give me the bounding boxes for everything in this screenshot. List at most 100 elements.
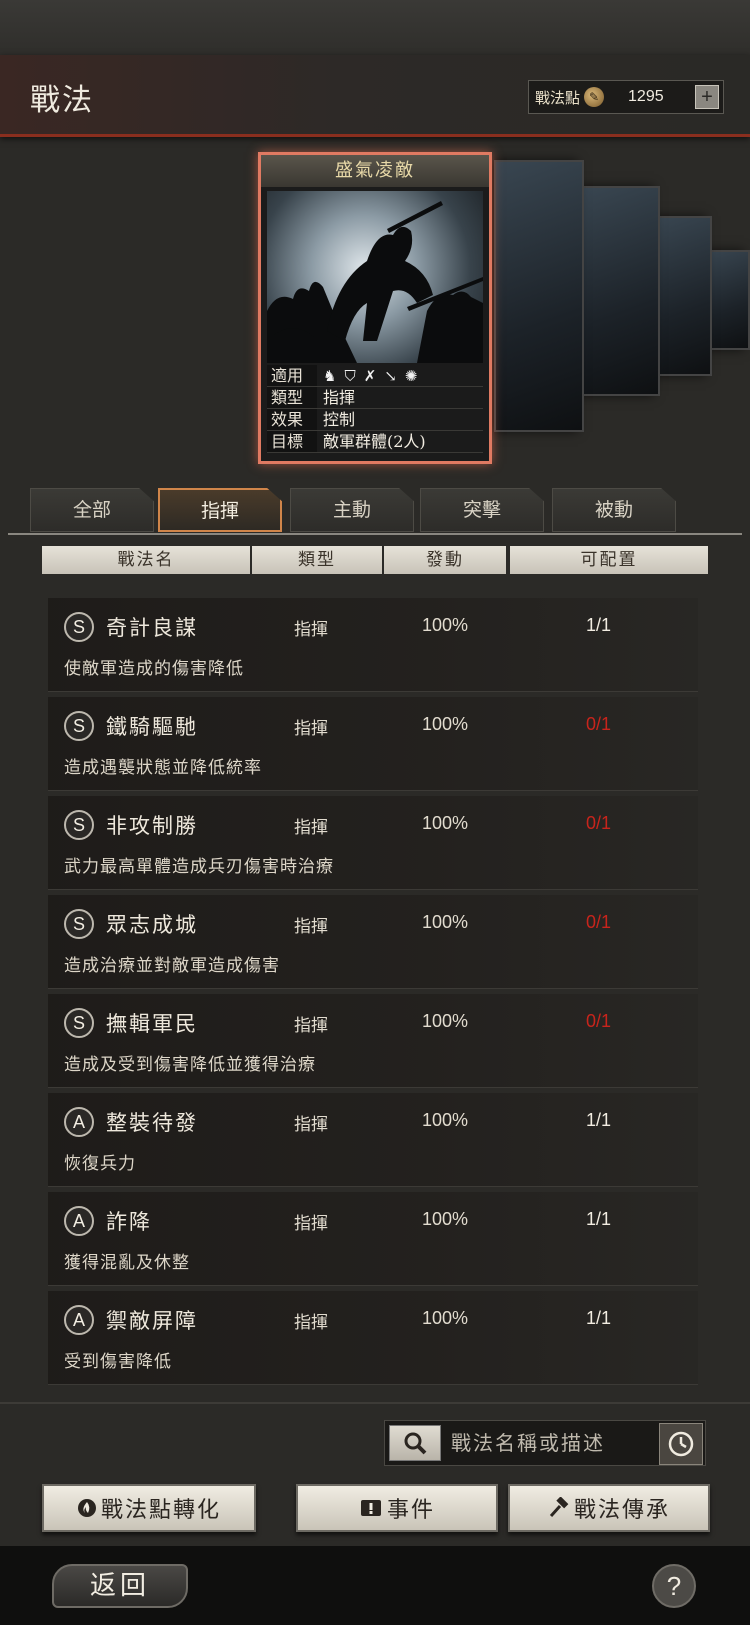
skill-row[interactable]: A 禦敵屏障 指揮 100% 1/1 受到傷害降低 — [48, 1291, 698, 1385]
grade-badge: S — [64, 909, 94, 939]
footer-bar: 返回 ? — [0, 1546, 750, 1625]
column-header-type[interactable]: 類型 — [252, 546, 382, 574]
inherit-tactic-button[interactable]: 戰法傳承 — [508, 1484, 710, 1532]
add-points-button[interactable]: + — [695, 85, 719, 109]
skill-row[interactable]: S 奇計良謀 指揮 100% 1/1 使敵軍造成的傷害降低 — [48, 598, 698, 692]
flame-icon — [77, 1498, 97, 1518]
skill-name: 眾志成城 — [106, 913, 198, 937]
skill-row[interactable]: S 撫輯軍民 指揮 100% 0/1 造成及受到傷害降低並獲得治療 — [48, 994, 698, 1088]
category-tabs: 全部 指揮 主動 突擊 被動 — [0, 486, 750, 534]
skill-rate: 100% — [422, 1209, 469, 1229]
tab-passive[interactable]: 被動 — [552, 488, 676, 532]
skill-type: 指揮 — [294, 1016, 328, 1036]
wheel-icon: ✺ — [404, 366, 418, 385]
skill-description: 造成治療並對敵軍造成傷害 — [64, 956, 280, 976]
featured-skill-card[interactable]: 盛氣凌敵 適用 ♞ ⛉ ✗ ↘ ✺ 類型 指揮 效果 控制 目標 敵軍群體(2人… — [258, 152, 492, 464]
clock-icon — [668, 1431, 694, 1457]
skill-name: 禦敵屏障 — [106, 1309, 198, 1333]
skill-name: 詐降 — [106, 1210, 152, 1234]
type-value: 指揮 — [323, 388, 356, 407]
tab-assault[interactable]: 突擊 — [420, 488, 544, 532]
bow-icon: ✗ — [363, 366, 377, 385]
background-card[interactable] — [652, 216, 712, 376]
skill-row[interactable]: S 鐵騎驅馳 指揮 100% 0/1 造成遇襲狀態並降低統率 — [48, 697, 698, 791]
grade-badge: S — [64, 612, 94, 642]
warrior-silhouette-art — [267, 201, 483, 363]
skill-description: 武力最高單體造成兵刃傷害時治療 — [64, 857, 334, 877]
card-title: 盛氣凌敵 — [261, 155, 489, 187]
cavalry-icon: ♞ — [323, 366, 337, 385]
tactic-points-value: 1295 — [628, 88, 664, 105]
skill-description: 使敵軍造成的傷害降低 — [64, 659, 244, 679]
skill-availability: 1/1 — [586, 615, 612, 635]
unit-type-icons: ♞ ⛉ ✗ ↘ ✺ — [317, 365, 417, 386]
search-button[interactable] — [389, 1425, 441, 1461]
tactic-points-box: 戰法點 ✎ 1295 + — [528, 80, 724, 114]
skill-rate: 100% — [422, 1011, 469, 1031]
shield-icon: ⛉ — [344, 366, 356, 385]
skill-type: 指揮 — [294, 818, 328, 838]
skill-rate: 100% — [422, 912, 469, 932]
skill-availability: 1/1 — [586, 1110, 612, 1130]
skill-availability: 1/1 — [586, 1308, 612, 1328]
spear-icon: ↘ — [384, 366, 397, 385]
skill-description: 恢復兵力 — [64, 1154, 136, 1174]
skill-rate: 100% — [422, 813, 469, 833]
card-info-table: 適用 ♞ ⛉ ✗ ↘ ✺ 類型 指揮 效果 控制 目標 敵軍群體(2人) — [267, 365, 483, 453]
help-button[interactable]: ? — [652, 1564, 696, 1608]
grade-badge: A — [64, 1305, 94, 1335]
top-banner — [0, 0, 750, 55]
skill-availability: 0/1 — [586, 813, 612, 833]
card-info-row: 目標 敵軍群體(2人) — [267, 431, 483, 453]
skill-availability: 0/1 — [586, 714, 612, 734]
applicable-label: 適用 — [267, 365, 317, 386]
card-info-row: 適用 ♞ ⛉ ✗ ↘ ✺ — [267, 365, 483, 387]
skill-row[interactable]: A 詐降 指揮 100% 1/1 獲得混亂及休整 — [48, 1192, 698, 1286]
skill-type: 指揮 — [294, 719, 328, 739]
target-value: 敵軍群體(2人) — [323, 432, 426, 451]
skill-description: 受到傷害降低 — [64, 1352, 172, 1372]
search-bar — [384, 1420, 706, 1466]
tab-all[interactable]: 全部 — [30, 488, 154, 532]
event-label: 事件 — [386, 1498, 435, 1523]
type-label: 類型 — [267, 387, 317, 408]
skill-list: S 奇計良謀 指揮 100% 1/1 使敵軍造成的傷害降低 S 鐵騎驅馳 指揮 … — [48, 598, 698, 1390]
convert-points-button[interactable]: 戰法點轉化 — [42, 1484, 256, 1532]
skill-type: 指揮 — [294, 1214, 328, 1234]
history-button[interactable] — [659, 1423, 703, 1465]
event-button[interactable]: 事件 — [296, 1484, 498, 1532]
back-button[interactable]: 返回 — [52, 1564, 188, 1608]
column-header-name[interactable]: 戰法名 — [42, 546, 250, 574]
skill-rate: 100% — [422, 1110, 469, 1130]
column-header-available[interactable]: 可配置 — [510, 546, 708, 574]
tactic-points-coin-icon: ✎ — [584, 87, 605, 107]
effect-value: 控制 — [323, 410, 356, 429]
skill-row[interactable]: S 非攻制勝 指揮 100% 0/1 武力最高單體造成兵刃傷害時治療 — [48, 796, 698, 890]
featured-card-carousel[interactable]: 盛氣凌敵 適用 ♞ ⛉ ✗ ↘ ✺ 類型 指揮 效果 控制 目標 敵軍群體(2人… — [0, 140, 750, 470]
magnifier-icon — [404, 1432, 427, 1455]
skill-description: 獲得混亂及休整 — [64, 1253, 190, 1273]
alert-scroll-icon — [359, 1498, 383, 1518]
skill-rate: 100% — [422, 615, 469, 635]
background-card[interactable] — [580, 186, 660, 396]
background-card[interactable] — [494, 160, 584, 432]
grade-badge: A — [64, 1107, 94, 1137]
skill-name: 非攻制勝 — [106, 814, 198, 838]
page-title: 戰法 — [30, 83, 94, 118]
tab-divider — [8, 533, 742, 535]
skill-type: 指揮 — [294, 1313, 328, 1333]
skill-row[interactable]: A 整裝待發 指揮 100% 1/1 恢復兵力 — [48, 1093, 698, 1187]
skill-availability: 0/1 — [586, 1011, 612, 1031]
skill-availability: 1/1 — [586, 1209, 612, 1229]
tab-active[interactable]: 主動 — [290, 488, 414, 532]
skill-row[interactable]: S 眾志成城 指揮 100% 0/1 造成治療並對敵軍造成傷害 — [48, 895, 698, 989]
hammer-icon — [548, 1497, 570, 1519]
column-header-trigger[interactable]: 發動 — [384, 546, 506, 574]
column-headers: 戰法名 類型 發動 可配置 — [0, 546, 750, 576]
convert-points-label: 戰法點轉化 — [100, 1498, 221, 1523]
search-input[interactable] — [451, 1431, 661, 1455]
tab-command[interactable]: 指揮 — [158, 488, 282, 532]
card-info-row: 類型 指揮 — [267, 387, 483, 409]
grade-badge: S — [64, 1008, 94, 1038]
grade-badge: S — [64, 810, 94, 840]
